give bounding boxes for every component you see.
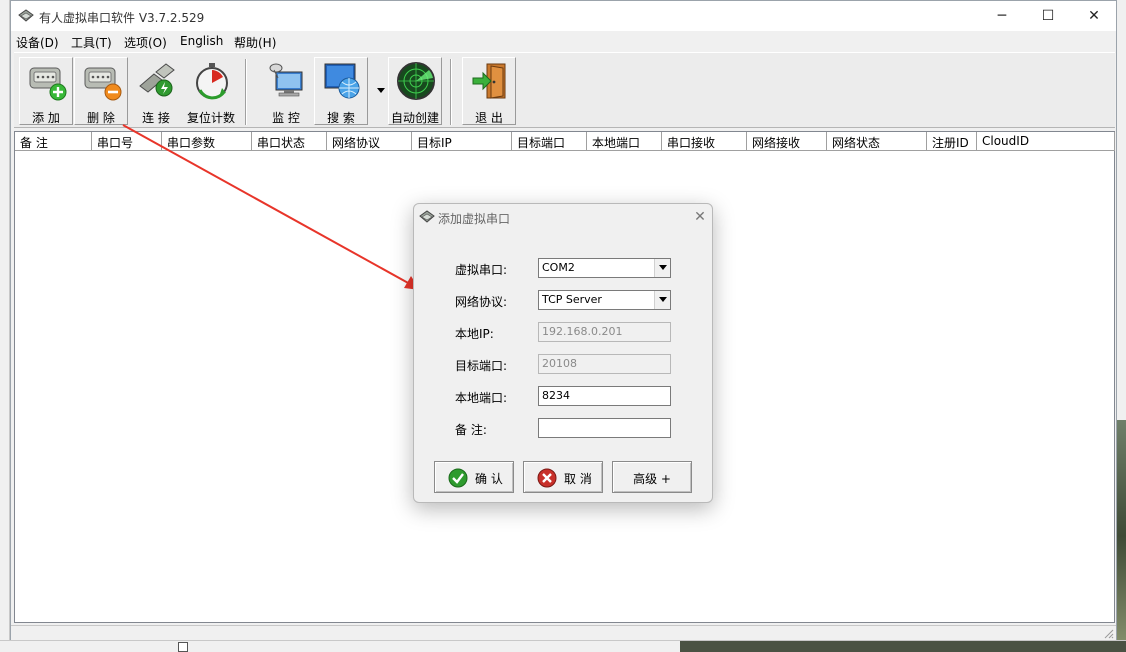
toolbar-separator <box>245 59 247 125</box>
maximize-button[interactable]: ☐ <box>1025 1 1071 31</box>
menu-tools[interactable]: 工具(T) <box>71 34 112 51</box>
remark-field[interactable] <box>538 418 671 438</box>
cancel-label: 取 消 <box>564 472 592 486</box>
column-header-port-number[interactable]: 串口号 <box>92 132 162 151</box>
add-virtual-port-dialog: 添加虚拟串口 ✕ 虚拟串口: COM2 网络协议: TCP Server 本地I… <box>413 203 713 503</box>
column-header-cloud-id[interactable]: CloudID <box>977 132 1115 151</box>
dialog-close-button[interactable]: ✕ <box>690 207 710 227</box>
background-window-bottom <box>0 640 1126 652</box>
exit-label: 退 出 <box>475 111 503 125</box>
local-ip-label: 本地IP: <box>455 327 494 341</box>
close-button[interactable]: ✕ <box>1071 1 1117 31</box>
status-bar <box>11 625 1116 640</box>
menu-device[interactable]: 设备(D) <box>16 34 59 51</box>
add-button[interactable]: 添 加 <box>19 57 73 125</box>
radar-icon <box>397 62 435 100</box>
background-checkbox <box>178 642 188 652</box>
resize-grip-icon[interactable] <box>1102 627 1114 639</box>
monitor-button[interactable]: 监 控 <box>259 57 313 125</box>
minimize-button[interactable]: ─ <box>979 1 1025 31</box>
connect-plug-icon <box>139 63 175 97</box>
column-header-remark[interactable]: 备 注 <box>15 132 92 151</box>
background-window-right <box>1116 0 1126 652</box>
serial-port-add-icon <box>29 67 67 101</box>
column-header-local-port[interactable]: 本地端口 <box>587 132 662 151</box>
virtual-port-value: COM2 <box>542 261 575 274</box>
column-header-port-status[interactable]: 串口状态 <box>252 132 327 151</box>
exit-door-icon <box>472 63 506 99</box>
globe-search-icon <box>324 63 360 99</box>
cancel-x-icon <box>537 468 557 488</box>
column-header-target-port[interactable]: 目标端口 <box>512 132 587 151</box>
virtual-port-label: 虚拟串口: <box>455 263 508 277</box>
list-header: 备 注 串口号 串口参数 串口状态 网络协议 目标IP 目标端口 本地端口 串口… <box>15 132 1115 151</box>
column-header-port-params[interactable]: 串口参数 <box>162 132 252 151</box>
local-port-field[interactable]: 8234 <box>538 386 671 406</box>
cancel-button[interactable]: 取 消 <box>523 461 603 493</box>
local-ip-field: 192.168.0.201 <box>538 322 671 342</box>
background-photo <box>1116 420 1126 652</box>
menu-help[interactable]: 帮助(H) <box>234 34 276 51</box>
exit-button[interactable]: 退 出 <box>462 57 516 125</box>
chevron-down-icon[interactable] <box>376 85 386 95</box>
monitor-label: 监 控 <box>272 111 300 125</box>
column-header-protocol[interactable]: 网络协议 <box>327 132 412 151</box>
target-port-field: 20108 <box>538 354 671 374</box>
reset-timer-icon <box>196 63 228 100</box>
monitor-computer-icon <box>269 63 303 97</box>
protocol-select[interactable]: TCP Server <box>538 290 671 310</box>
serial-port-remove-icon <box>84 67 122 101</box>
dialog-title: 添加虚拟串口 <box>438 212 511 226</box>
protocol-value: TCP Server <box>542 293 602 306</box>
delete-label: 删 除 <box>87 111 115 125</box>
advanced-button[interactable]: 高级 + <box>612 461 692 493</box>
column-header-port-receive[interactable]: 串口接收 <box>662 132 747 151</box>
advanced-label: 高级 + <box>633 472 671 486</box>
remark-label: 备 注: <box>455 423 487 437</box>
title-bar[interactable]: 有人虚拟串口软件 V3.7.2.529 ─ ☐ ✕ <box>11 1 1116 31</box>
window-title: 有人虚拟串口软件 V3.7.2.529 <box>39 11 205 25</box>
local-port-label: 本地端口: <box>455 391 508 405</box>
reset-count-button[interactable]: 复位计数 <box>184 57 238 125</box>
menu-options[interactable]: 选项(O) <box>124 34 167 51</box>
app-serial-icon <box>18 9 34 22</box>
connect-button[interactable]: 连 接 <box>129 57 183 125</box>
confirm-button[interactable]: 确 认 <box>434 461 514 493</box>
menu-english[interactable]: English <box>180 34 223 48</box>
delete-button[interactable]: 删 除 <box>74 57 128 125</box>
search-button[interactable]: 搜 索 <box>314 57 368 125</box>
app-serial-icon <box>419 210 435 223</box>
search-label: 搜 索 <box>327 111 355 125</box>
target-port-label: 目标端口: <box>455 359 508 373</box>
connect-label: 连 接 <box>142 111 170 125</box>
background-photo-bottom <box>680 641 1126 652</box>
toolbar: 添 加 删 除 连 接 复位计数 监 控 搜 索 自动创建 退 出 <box>14 52 1115 128</box>
menu-bar: 设备(D) 工具(T) 选项(O) English 帮助(H) <box>11 31 1116 51</box>
column-header-network-receive[interactable]: 网络接收 <box>747 132 827 151</box>
column-header-network-status[interactable]: 网络状态 <box>827 132 927 151</box>
chevron-down-icon[interactable] <box>654 291 670 309</box>
auto-create-button[interactable]: 自动创建 <box>388 57 442 125</box>
check-icon <box>448 468 468 488</box>
add-label: 添 加 <box>32 111 60 125</box>
confirm-label: 确 认 <box>475 472 503 486</box>
virtual-port-select[interactable]: COM2 <box>538 258 671 278</box>
reset-count-label: 复位计数 <box>186 111 235 125</box>
protocol-label: 网络协议: <box>455 295 508 309</box>
toolbar-separator <box>450 59 452 125</box>
background-window-left <box>0 0 10 652</box>
dialog-title-bar[interactable]: 添加虚拟串口 ✕ <box>414 204 712 230</box>
auto-create-label: 自动创建 <box>390 111 439 125</box>
column-header-register-id[interactable]: 注册ID <box>927 132 977 151</box>
chevron-down-icon[interactable] <box>654 259 670 277</box>
column-header-target-ip[interactable]: 目标IP <box>412 132 512 151</box>
